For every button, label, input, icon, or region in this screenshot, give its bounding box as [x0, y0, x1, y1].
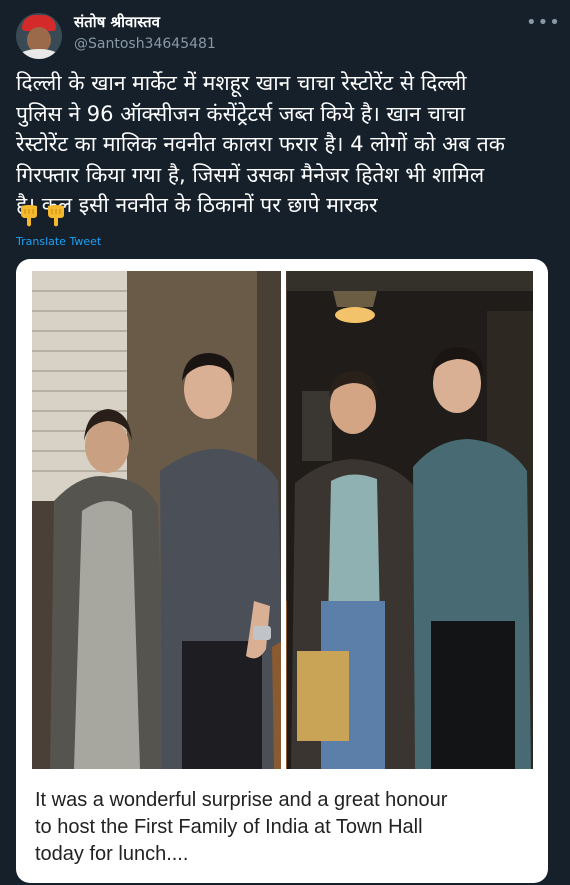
tweet-line: पुलिस ने 96 ऑक्सीजन कंसेंट्रेटर्स जब्त क…	[16, 101, 466, 126]
photo-left	[32, 271, 297, 769]
avatar[interactable]	[16, 13, 62, 59]
translate-tweet-link[interactable]: Translate Tweet	[16, 235, 101, 248]
photo-right	[287, 271, 533, 769]
pointing-down-hand-icon	[48, 205, 64, 227]
tweet-text: दिल्ली के खान मार्केट में मशहूर खान चाचा…	[16, 68, 556, 221]
pointing-down-hand-icon	[21, 205, 37, 227]
tweet-line: है। कल इसी नवनीत के ठिकानों पर छापे मारक…	[16, 193, 378, 217]
more-options-icon[interactable]: •••	[526, 14, 560, 38]
tweet-media[interactable]: It was a wonderful surprise and a great …	[16, 259, 548, 883]
author-handle[interactable]: @Santosh34645481	[74, 36, 216, 52]
emoji-row	[18, 204, 67, 228]
author-name[interactable]: संतोष श्रीवास्तव	[74, 12, 160, 32]
caption-line: to host the First Family of India at Tow…	[35, 816, 423, 838]
tweet-line: रेस्टोरेंट का मालिक नवनीत कालरा फरार है।…	[16, 132, 505, 156]
caption-line: It was a wonderful surprise and a great …	[35, 789, 448, 811]
photo-divider	[281, 271, 286, 769]
tweet-line: गिरफ्तार किया गया है, जिसमें उसका मैनेजर…	[16, 162, 485, 187]
image-caption: It was a wonderful surprise and a great …	[35, 787, 540, 868]
caption-line: today for lunch....	[35, 843, 189, 865]
tweet-line: दिल्ली के खान मार्केट में मशहूर खान चाचा…	[16, 71, 467, 95]
